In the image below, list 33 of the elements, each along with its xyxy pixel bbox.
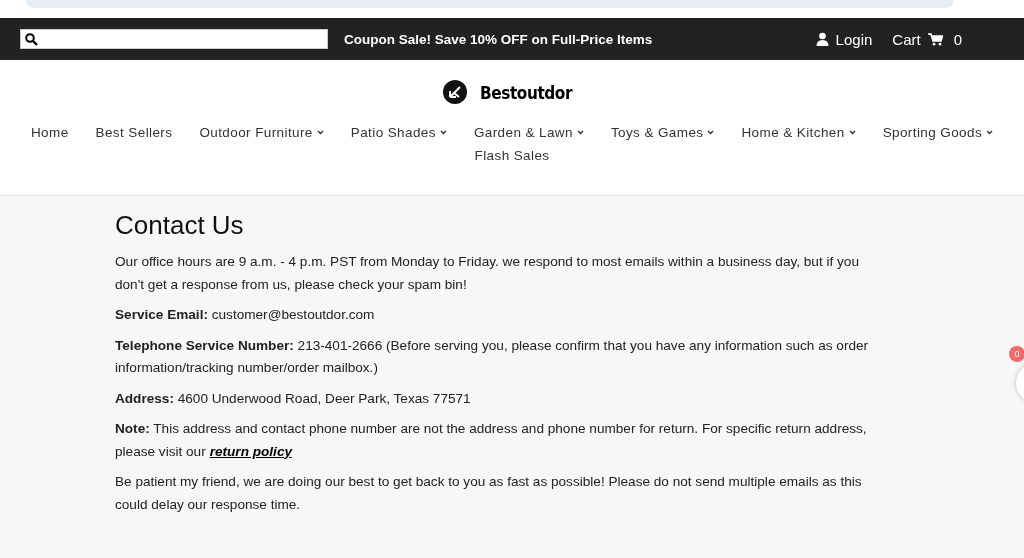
paragraph: Be patient my friend, we are doing our best to get back to you as fast as possible! Please do not send multiple emails as this could delay our response time. xyxy=(115,473,863,514)
logo-icon xyxy=(443,80,468,104)
cart-icon xyxy=(927,32,943,46)
chevron-icon xyxy=(439,130,447,135)
page-title: Contact Us xyxy=(115,210,245,241)
chevron-icon xyxy=(848,130,856,135)
return-policy-link[interactable]: return policy xyxy=(209,443,292,459)
paragraph: Address: 4600 Underwood Road, Deer Park, Texas 77571 xyxy=(115,389,472,408)
nav-item[interactable]: Flash Sales xyxy=(474,148,550,163)
user-icon xyxy=(815,32,829,46)
chevron-icon xyxy=(707,130,715,135)
chevron-icon xyxy=(986,130,994,135)
logo[interactable]: Bestoutdor xyxy=(443,80,581,104)
search-field[interactable] xyxy=(20,29,328,49)
paragraph: Our office hours are 9 a.m. - 4 p.m. PST from Monday to Friday. we respond to most emails within a business day, but if you don't get a response from us, please check your spam bin! xyxy=(115,253,860,294)
search-icon xyxy=(25,32,38,46)
promo-text: Coupon Sale! Save 10% OFF on Full-Price Items xyxy=(344,31,653,47)
paragraph: Service Email: customer@bestoutdor.com xyxy=(115,306,376,324)
nav-item[interactable]: Toys & Games xyxy=(610,125,715,140)
cart-link[interactable]: Cart 0 xyxy=(892,30,962,48)
login-link[interactable]: Login xyxy=(815,30,873,48)
nav-item[interactable]: Patio Shades xyxy=(350,125,447,140)
nav-item[interactable]: Home & Kitchen xyxy=(741,125,856,140)
nav-item[interactable]: Best Sellers xyxy=(95,125,173,140)
chevron-icon xyxy=(316,130,324,135)
cart-count-badge: 0 xyxy=(1009,346,1024,362)
nav-item[interactable]: Home xyxy=(30,125,69,140)
nav-item[interactable]: Sporting Goods xyxy=(882,125,994,140)
nav-item[interactable]: Outdoor Furniture xyxy=(199,125,324,140)
paragraph: Note: This address and contact phone number are not the address and phone number for return. For specific return address, please visit our return policy xyxy=(115,420,868,461)
nav-item[interactable]: Garden & Lawn xyxy=(473,125,584,140)
chevron-icon xyxy=(576,130,584,135)
paragraph: Telephone Service Number: 213-401-2666 (Before serving you, please confirm that you have any information such as order information/tracking number/order mailbox.) xyxy=(115,336,870,377)
